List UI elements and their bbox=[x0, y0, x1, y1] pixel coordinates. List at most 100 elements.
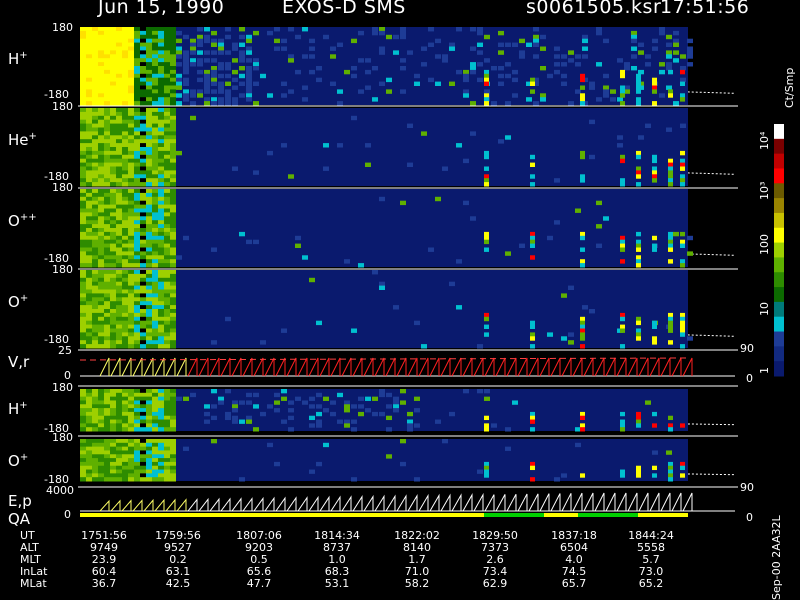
spectrogram-cell bbox=[680, 328, 685, 333]
spectrogram-cell bbox=[116, 224, 122, 229]
spectrogram-cell bbox=[122, 408, 128, 413]
spectrogram-cell bbox=[98, 297, 104, 302]
spectrogram-cell bbox=[80, 259, 86, 264]
spectrogram-cell bbox=[86, 69, 92, 75]
spectrogram-cell bbox=[128, 46, 134, 51]
spectrogram-cell bbox=[146, 469, 152, 474]
spectrogram-cell bbox=[561, 336, 567, 341]
spectrogram-cell bbox=[152, 81, 158, 86]
spectrogram-cell bbox=[484, 316, 489, 322]
spectrogram-cell bbox=[128, 27, 134, 32]
spectrogram-cell bbox=[204, 89, 210, 94]
spectrogram-cell bbox=[152, 189, 158, 194]
spectrogram-cell bbox=[98, 139, 104, 144]
spectrogram-cell bbox=[484, 34, 490, 40]
spectrogram-cell bbox=[116, 101, 122, 106]
spectrogram-cell bbox=[530, 255, 535, 260]
spectrogram-cell bbox=[170, 69, 176, 75]
spectrogram-cell bbox=[170, 42, 176, 47]
spectrogram-cell bbox=[104, 465, 110, 471]
spectrogram-cell bbox=[631, 46, 637, 51]
spectrogram-cell bbox=[624, 62, 630, 67]
spectrogram-cell bbox=[561, 81, 567, 86]
spectrogram-cell bbox=[152, 143, 158, 148]
tick-vr-top: 25 bbox=[58, 344, 72, 357]
spectrogram-cell bbox=[152, 396, 158, 401]
spectrogram-cell bbox=[164, 224, 170, 229]
spectrogram-cell bbox=[80, 427, 86, 432]
spectrogram-cell bbox=[170, 119, 176, 125]
spectrogram-cell bbox=[92, 73, 98, 79]
spectrogram-cell bbox=[128, 328, 134, 333]
spectrogram-cell bbox=[164, 123, 170, 128]
spectrogram-cell bbox=[128, 477, 134, 482]
spectrogram-cell bbox=[122, 220, 128, 225]
spectrogram-cell bbox=[164, 255, 170, 260]
spectrogram-cell bbox=[116, 469, 122, 474]
spectrogram-cell bbox=[239, 419, 245, 424]
spectrogram-cell bbox=[86, 101, 92, 106]
spectrogram-cell bbox=[146, 139, 152, 144]
spectrogram-cell bbox=[164, 320, 170, 326]
spectrogram-cell bbox=[104, 119, 110, 125]
spectrogram-cell bbox=[92, 336, 98, 341]
spectrogram-cell bbox=[596, 30, 602, 36]
spectrogram-cell bbox=[86, 473, 92, 478]
spectrogram-cell bbox=[351, 427, 357, 432]
spectrogram-cell bbox=[80, 439, 86, 444]
spectrogram-cell bbox=[580, 77, 585, 83]
spectrogram-cell bbox=[122, 251, 128, 256]
spectrogram-cell bbox=[484, 396, 490, 401]
spectrogram-cell bbox=[122, 216, 128, 221]
spectrogram-cell bbox=[92, 469, 98, 474]
spectrogram-cell bbox=[164, 89, 170, 94]
spectrogram-cell bbox=[225, 89, 231, 94]
spectrogram-cell bbox=[152, 255, 158, 260]
spectrogram-cell bbox=[379, 281, 385, 287]
spectrogram-cell bbox=[170, 101, 176, 106]
spectrogram-cell bbox=[134, 81, 140, 86]
spectrogram-cell bbox=[580, 336, 585, 341]
spectrogram-cell bbox=[164, 200, 170, 206]
spectrogram-cell bbox=[80, 189, 86, 194]
spectrogram-cell bbox=[530, 235, 535, 241]
spectrogram-cell bbox=[636, 231, 641, 237]
panel-label-he-plus: He+ bbox=[8, 131, 37, 149]
spectrogram-cell bbox=[680, 123, 686, 128]
spectrogram-cell bbox=[152, 465, 158, 471]
spectrogram-cell bbox=[146, 281, 152, 287]
spectrogram-cell bbox=[211, 340, 217, 345]
spectrogram-cell bbox=[152, 69, 158, 75]
spectrogram-cell bbox=[176, 46, 182, 51]
spectrogram-cell bbox=[164, 170, 170, 175]
spectrogram-cell bbox=[316, 423, 322, 428]
spectrogram-cell bbox=[80, 289, 86, 294]
spectrogram-cell bbox=[134, 66, 140, 71]
spectrogram-cell bbox=[80, 270, 86, 275]
spectrogram-cell bbox=[134, 154, 140, 160]
spectrogram-cell bbox=[92, 150, 98, 156]
spectrogram-cell bbox=[110, 216, 116, 221]
spectrogram-cell bbox=[680, 239, 685, 245]
spectrogram-cell bbox=[92, 108, 98, 113]
spectrogram-cell bbox=[140, 178, 146, 183]
spectrogram-cell bbox=[98, 324, 104, 329]
spectrogram-cell bbox=[128, 97, 134, 102]
spectrogram-cell bbox=[379, 81, 385, 86]
spectrogram-cell bbox=[122, 243, 128, 248]
spectrogram-cell bbox=[164, 473, 170, 478]
spectrogram-cell bbox=[152, 54, 158, 59]
spectrogram-cell bbox=[164, 220, 170, 225]
spectrogram-cell bbox=[116, 289, 122, 294]
spectrogram-cell bbox=[98, 458, 104, 463]
spectrogram-cell bbox=[246, 34, 252, 40]
spectrogram-cell bbox=[104, 458, 110, 463]
spectrogram-cell bbox=[170, 263, 176, 268]
spectrogram-cell bbox=[330, 46, 336, 51]
spectrogram-cell bbox=[152, 336, 158, 341]
spectrogram-cell bbox=[351, 328, 357, 333]
spectrogram-cell bbox=[122, 461, 128, 467]
spectrogram-cell bbox=[110, 442, 116, 448]
spectrogram-cell bbox=[158, 46, 164, 51]
spectrogram-cell bbox=[323, 166, 329, 171]
